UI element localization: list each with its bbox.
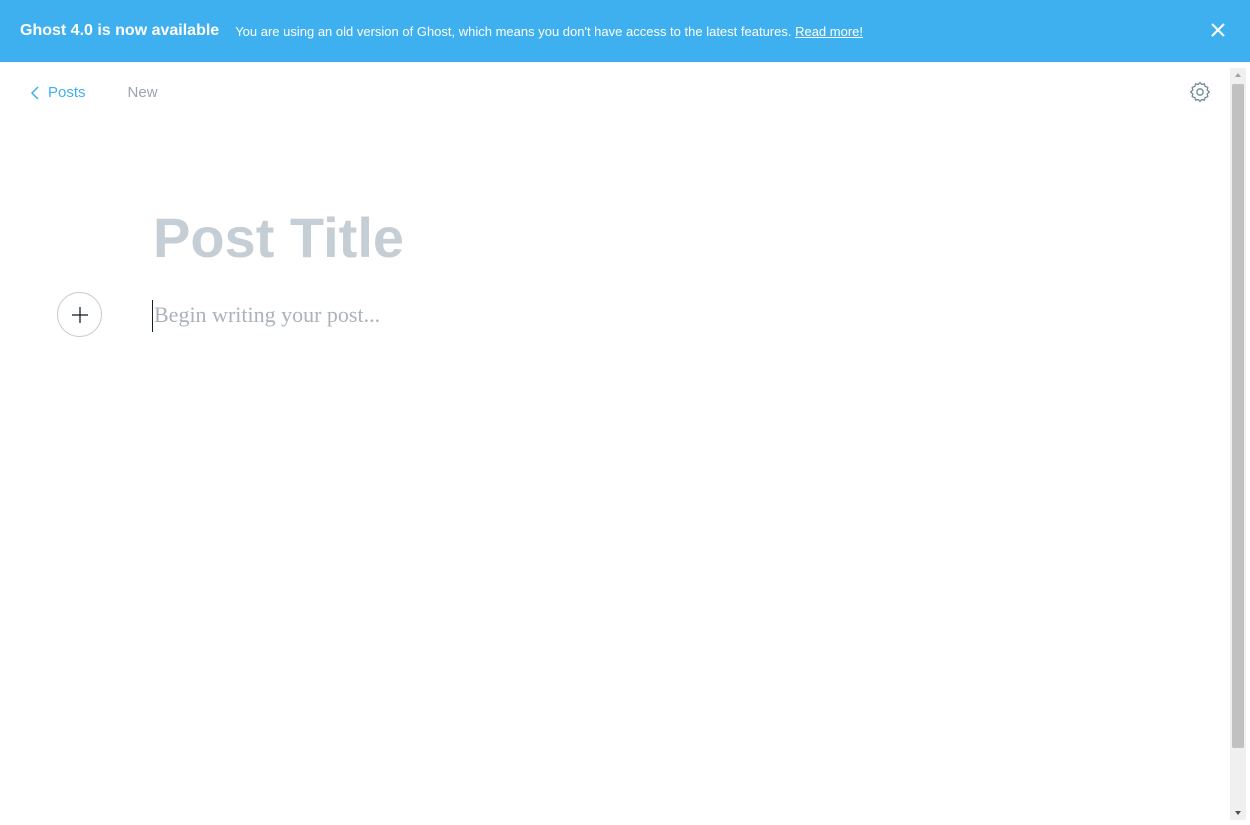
post-settings-button[interactable] [1188, 80, 1212, 104]
back-label: Posts [48, 84, 86, 101]
plus-icon [71, 306, 88, 323]
upgrade-banner: Ghost 4.0 is now available You are using… [0, 0, 1250, 62]
body-placeholder: Begin writing your post... [154, 302, 381, 327]
scrollbar-thumb[interactable] [1232, 84, 1244, 748]
post-body-editor[interactable]: Begin writing your post... [152, 300, 1052, 332]
chevron-left-icon [30, 85, 39, 100]
banner-title: Ghost 4.0 is now available [20, 22, 220, 39]
add-card-button[interactable] [57, 292, 102, 337]
banner-read-more-link[interactable]: Read more! [795, 24, 863, 39]
scroll-down-arrow[interactable] [1230, 806, 1246, 820]
gear-icon [1189, 81, 1211, 103]
post-title-input[interactable] [153, 205, 1053, 270]
back-to-posts-link[interactable]: Posts [30, 84, 86, 101]
breadcrumb: Posts New [30, 84, 158, 101]
editor-app: Ghost 4.0 is now available You are using… [0, 0, 1250, 825]
vertical-scrollbar[interactable] [1230, 68, 1246, 820]
scroll-up-arrow[interactable] [1230, 68, 1246, 82]
banner-text: You are using an old version of Ghost, w… [235, 23, 796, 39]
close-icon[interactable] [1208, 20, 1228, 40]
banner-message: You are using an old version of Ghost, w… [235, 24, 863, 39]
post-status: New [127, 84, 158, 101]
editor-header: Posts New [0, 62, 1228, 124]
